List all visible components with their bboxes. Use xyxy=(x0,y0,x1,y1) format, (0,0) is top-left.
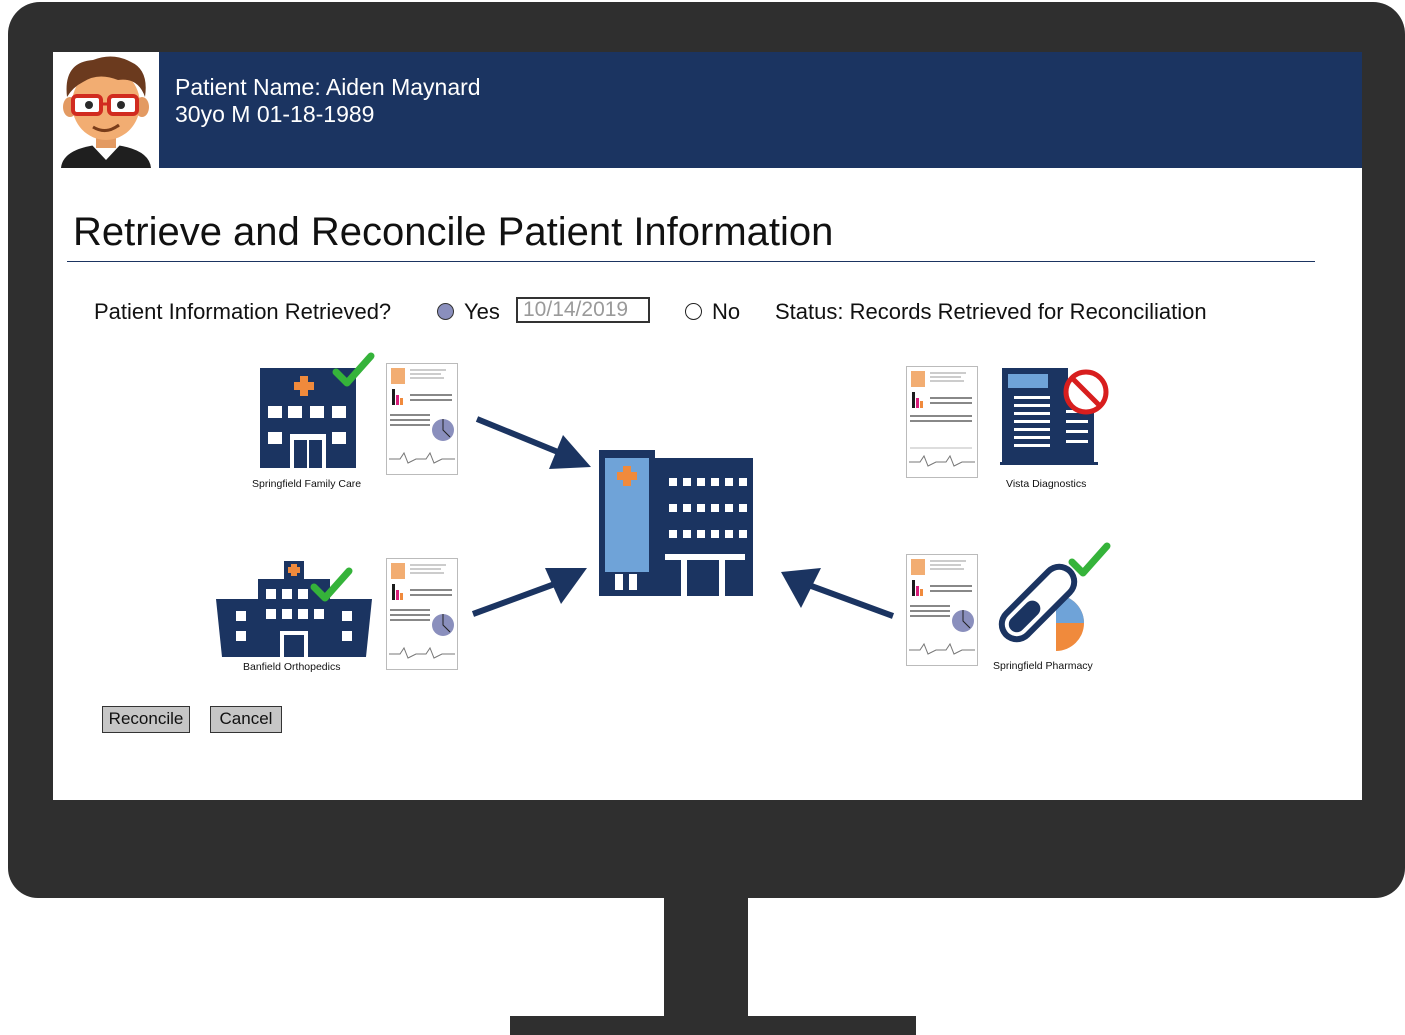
yes-radio[interactable] xyxy=(437,303,454,320)
cancel-button[interactable]: Cancel xyxy=(210,706,282,733)
monitor-stand-neck xyxy=(664,896,748,1016)
avatar xyxy=(53,52,159,168)
vista-diagnostics-record-icon xyxy=(906,366,978,478)
springfield-family-care-record-icon xyxy=(386,363,458,475)
springfield-pharmacy-check-icon xyxy=(1068,542,1111,577)
yes-label: Yes xyxy=(464,299,500,324)
arrow-icon xyxy=(781,568,895,619)
arrow-icon xyxy=(475,416,591,469)
patient-demographics: 30yo M 01-18-1989 xyxy=(175,101,375,127)
title-divider xyxy=(67,261,1315,262)
source-label-springfield-family-care: Springfield Family Care xyxy=(252,478,362,490)
banfield-orthopedics-record-icon xyxy=(386,558,458,670)
arrow-icon xyxy=(471,568,587,617)
patient-avatar-icon xyxy=(61,56,151,168)
springfield-pharmacy-record-icon xyxy=(906,554,978,666)
patient-header: Patient Name: Aiden Maynard 30yo M 01-18… xyxy=(53,52,1362,168)
source-label-vista-diagnostics: Vista Diagnostics xyxy=(1006,478,1087,490)
source-label-springfield-pharmacy: Springfield Pharmacy xyxy=(993,660,1093,672)
retrieved-question: Patient Information Retrieved? xyxy=(94,299,392,324)
monitor-stand-base xyxy=(510,1016,916,1035)
springfield-family-care-check-icon xyxy=(332,352,375,387)
banfield-orthopedics-check-icon xyxy=(310,567,353,602)
vista-diagnostics-prohibited-icon xyxy=(1063,369,1109,415)
reconcile-button[interactable]: Reconcile xyxy=(102,706,190,733)
no-radio[interactable] xyxy=(685,303,702,320)
status-text: Status: Records Retrieved for Reconcilia… xyxy=(775,299,1207,324)
no-label: No xyxy=(712,299,741,324)
screen: Patient Name: Aiden Maynard 30yo M 01-18… xyxy=(53,52,1362,800)
central-hospital-icon xyxy=(599,450,753,596)
page-title: Retrieve and Reconcile Patient Informati… xyxy=(73,210,834,254)
retrieved-date-field[interactable]: 10/14/2019 xyxy=(516,297,650,323)
source-label-banfield-orthopedics: Banfield Orthopedics xyxy=(243,661,341,673)
patient-name: Patient Name: Aiden Maynard xyxy=(175,74,481,100)
